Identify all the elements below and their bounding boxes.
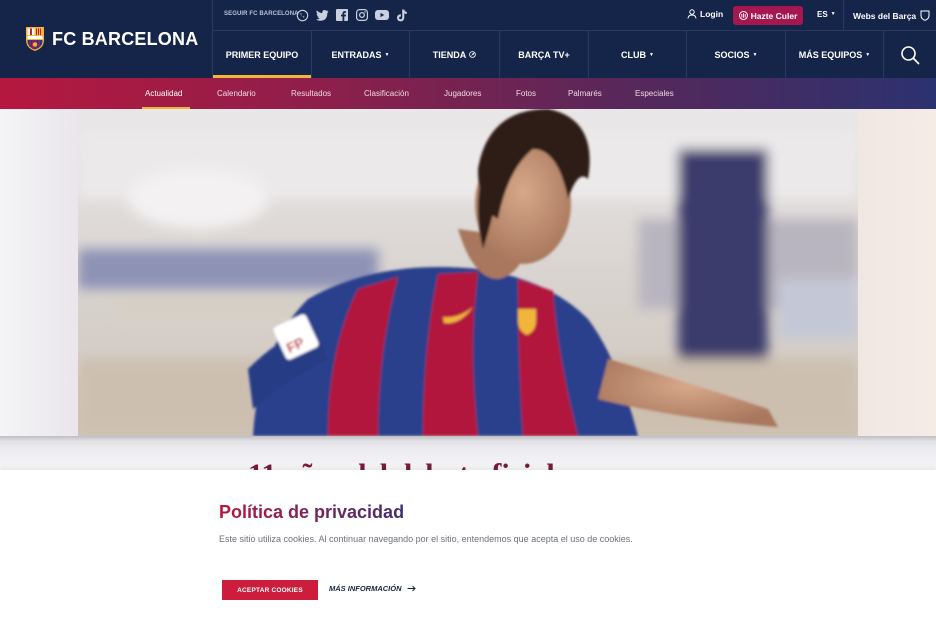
nav-label: CLUB bbox=[621, 49, 647, 60]
nav-label: BARÇA TV+ bbox=[518, 49, 570, 60]
culer-badge-icon bbox=[738, 11, 748, 20]
caret-down-icon: ▼ bbox=[830, 11, 836, 17]
webs-del-barca-link[interactable]: Webs del Barça bbox=[853, 10, 930, 21]
nav-tienda[interactable]: TIENDA bbox=[410, 31, 500, 78]
fcb-crest-icon bbox=[26, 27, 44, 51]
hero-image: FP bbox=[78, 109, 858, 436]
subnav-clasificacion[interactable]: Clasificación bbox=[364, 89, 409, 98]
user-icon bbox=[687, 9, 697, 19]
youtube-icon[interactable] bbox=[375, 8, 389, 22]
nav-label: TIENDA bbox=[432, 49, 467, 60]
hazte-culer-label: Hazte Culer bbox=[750, 10, 798, 21]
twitter-icon[interactable] bbox=[315, 8, 329, 22]
login-label: Login bbox=[700, 9, 724, 19]
subnav-especiales[interactable]: Especiales bbox=[635, 89, 674, 98]
accept-cookies-button[interactable]: ACEPTAR COOKIES bbox=[222, 580, 318, 600]
main-navigation: PRIMER EQUIPO ENTRADAS ▼ TIENDA BARÇA TV+… bbox=[213, 31, 884, 78]
cookie-text: Este sitio utiliza cookies. Al continuar… bbox=[219, 534, 633, 544]
nav-label: ENTRADAS bbox=[331, 49, 382, 60]
subnav-calendario[interactable]: Calendario bbox=[217, 89, 256, 98]
nav-label: SOCIOS bbox=[714, 49, 750, 60]
site-header: FC BARCELONA SEGUIR FC BARCELONA Login H… bbox=[0, 0, 936, 78]
nav-entradas[interactable]: ENTRADAS ▼ bbox=[312, 31, 410, 78]
arrow-right-icon bbox=[407, 585, 416, 592]
logo-link[interactable]: FC BARCELONA bbox=[0, 0, 213, 78]
divider bbox=[843, 0, 844, 31]
instagram-icon[interactable] bbox=[355, 8, 369, 22]
nav-socios[interactable]: SOCIOS ▼ bbox=[687, 31, 786, 78]
subnav-actualidad[interactable]: Actualidad bbox=[145, 89, 182, 98]
nav-mas-equipos[interactable]: MÁS EQUIPOS ▼ bbox=[786, 31, 884, 78]
search-icon bbox=[901, 45, 920, 64]
nav-club[interactable]: CLUB ▼ bbox=[589, 31, 687, 78]
cookie-consent-banner: Política de privacidad Este sitio utiliz… bbox=[0, 470, 936, 632]
whatsapp-icon[interactable] bbox=[295, 8, 309, 22]
language-label: ES bbox=[817, 10, 828, 19]
logo-text: FC BARCELONA bbox=[52, 28, 199, 49]
hazte-culer-button[interactable]: Hazte Culer bbox=[733, 6, 803, 25]
caret-down-icon: ▼ bbox=[752, 51, 758, 58]
facebook-icon[interactable] bbox=[335, 8, 349, 22]
nav-primer-equipo[interactable]: PRIMER EQUIPO bbox=[213, 31, 312, 78]
search-button[interactable] bbox=[884, 31, 936, 78]
caret-down-icon: ▼ bbox=[865, 51, 871, 58]
top-utility-bar: SEGUIR FC BARCELONA Login Hazte Culer ES… bbox=[213, 0, 936, 31]
login-link[interactable]: Login bbox=[687, 9, 723, 19]
caret-down-icon: ▼ bbox=[649, 51, 654, 58]
subnav-jugadores[interactable]: Jugadores bbox=[444, 89, 481, 98]
nav-label: MÁS EQUIPOS bbox=[798, 49, 863, 60]
nav-label: PRIMER EQUIPO bbox=[225, 49, 299, 60]
more-info-label: MÁS INFORMACIÓN bbox=[329, 584, 402, 593]
subnav-fotos[interactable]: Fotos bbox=[516, 89, 536, 98]
shield-icon bbox=[920, 10, 930, 21]
nav-barca-tv[interactable]: BARÇA TV+ bbox=[500, 31, 589, 78]
cookie-title: Política de privacidad bbox=[219, 502, 405, 522]
tiktok-icon[interactable] bbox=[395, 8, 409, 22]
webs-label: Webs del Barça bbox=[853, 10, 917, 21]
more-info-link[interactable]: MÁS INFORMACIÓN bbox=[329, 584, 416, 593]
language-selector[interactable]: ES ▼ bbox=[817, 10, 836, 19]
follow-label: SEGUIR FC BARCELONA bbox=[224, 11, 299, 17]
subnav-resultados[interactable]: Resultados bbox=[291, 89, 331, 98]
external-link-icon bbox=[469, 51, 477, 58]
page: FC BARCELONA SEGUIR FC BARCELONA Login H… bbox=[0, 0, 936, 632]
subnav-palmares[interactable]: Palmarés bbox=[568, 89, 602, 98]
section-subnav: Actualidad Calendario Resultados Clasifi… bbox=[0, 78, 936, 109]
caret-down-icon: ▼ bbox=[384, 51, 390, 58]
